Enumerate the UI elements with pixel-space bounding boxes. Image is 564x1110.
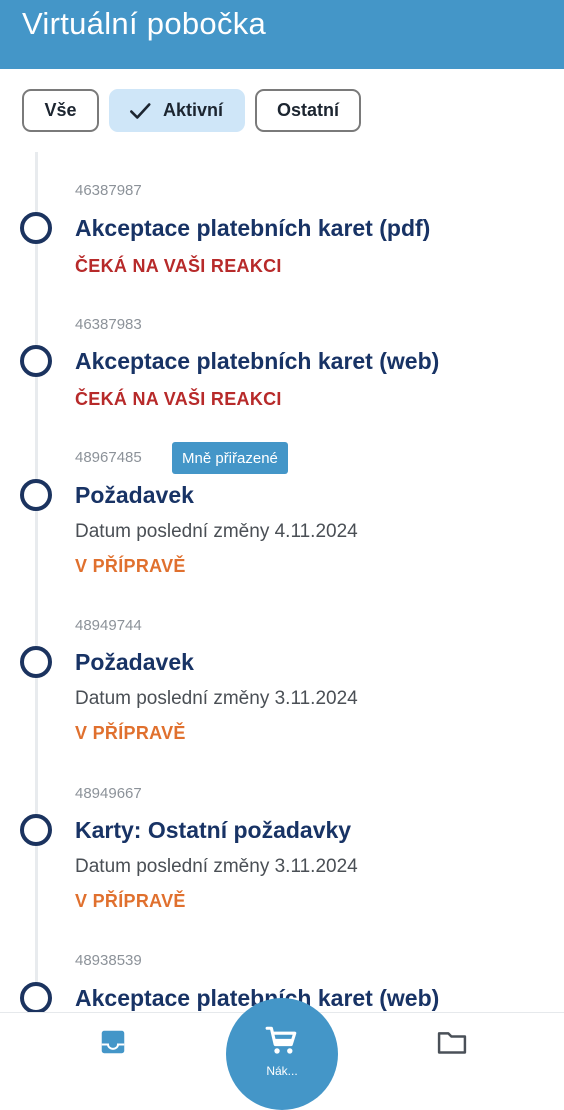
request-date: Datum poslední změny 3.11.2024: [75, 856, 358, 877]
request-id: 48949744: [75, 617, 142, 634]
request-id: 48938539: [75, 952, 142, 969]
request-title: Požadavek: [75, 649, 194, 675]
filter-chip-active[interactable]: Aktivní: [109, 89, 245, 132]
request-status: ČEKÁ NA VAŠI REAKCI: [75, 389, 282, 409]
cart-icon: [265, 1026, 297, 1054]
request-date: Datum poslední změny 3.11.2024: [75, 688, 358, 709]
request-status: V PŘÍPRAVĚ: [75, 723, 186, 743]
status-circle-icon: [20, 982, 52, 1014]
page-title: Virtuální pobočka: [22, 6, 267, 41]
status-circle-icon: [20, 345, 52, 377]
filter-chip-active-label: Aktivní: [162, 100, 223, 120]
request-title: Akceptace platebních karet (pdf): [75, 215, 431, 241]
request-title: Karty: Ostatní požadavky: [75, 817, 352, 843]
filter-chip-other[interactable]: Ostatní: [255, 89, 361, 132]
status-circle-icon: [20, 814, 52, 846]
cart-label: Nák...: [266, 1064, 298, 1078]
check-icon: [130, 102, 151, 119]
request-id: 48967485: [75, 449, 142, 466]
request-id: 46387983: [75, 316, 142, 333]
request-status: V PŘÍPRAVĚ: [75, 556, 186, 576]
cart-fab-button[interactable]: Nák...: [226, 998, 338, 1110]
request-id: 46387987: [75, 182, 142, 199]
folder-icon[interactable]: [436, 1027, 468, 1057]
filter-chip-all[interactable]: Vše: [22, 89, 99, 132]
filter-chip-all-label: Vše: [44, 100, 77, 120]
filter-chip-other-label: Ostatní: [276, 100, 339, 120]
inbox-icon[interactable]: [98, 1027, 128, 1057]
request-title: Akceptace platebních karet (web): [75, 348, 440, 374]
request-status: V PŘÍPRAVĚ: [75, 891, 186, 911]
filter-chips: Vše Aktivní Ostatní: [22, 89, 361, 132]
request-title: Požadavek: [75, 482, 194, 508]
status-circle-icon: [20, 212, 52, 244]
status-circle-icon: [20, 646, 52, 678]
request-id: 48949667: [75, 785, 142, 802]
request-status: ČEKÁ NA VAŠI REAKCI: [75, 256, 282, 276]
timeline-line: [35, 152, 38, 1012]
request-date: Datum poslední změny 4.11.2024: [75, 521, 358, 542]
status-circle-icon: [20, 479, 52, 511]
assigned-badge: Mně přiřazené: [172, 442, 288, 474]
app-header: Virtuální pobočka: [0, 0, 564, 69]
